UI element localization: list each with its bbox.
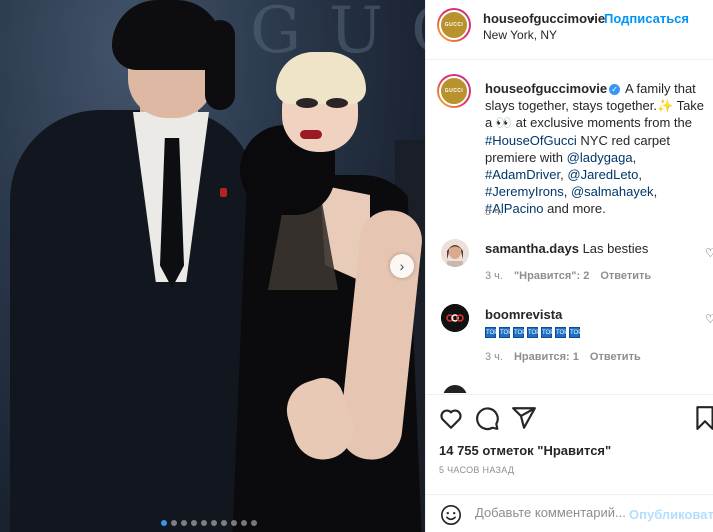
- comment-like-heart-icon[interactable]: ♡: [705, 312, 713, 326]
- top-emoji-icon: TOP: [527, 327, 540, 338]
- comment-body: samantha.days Las besties: [485, 241, 705, 256]
- comment-input[interactable]: [475, 505, 625, 520]
- top-emoji-icon: TOP: [485, 327, 498, 338]
- follow-button[interactable]: Подписаться: [604, 11, 689, 26]
- comment-meta: 3 ч. Нравится: 1 Ответить: [485, 351, 641, 363]
- header-username[interactable]: houseofguccimovie: [483, 11, 605, 26]
- hashtag-house-of-gucci[interactable]: #HouseOfGucci: [485, 133, 577, 148]
- next-comment-avatar: [443, 385, 467, 393]
- caption-username[interactable]: houseofguccimovie: [485, 81, 607, 96]
- header-separator: •: [590, 11, 595, 26]
- verified-badge-icon: ✓: [609, 84, 621, 96]
- post-actions-bar: [426, 394, 713, 438]
- comment-likes[interactable]: Нравится: 1: [514, 351, 579, 363]
- caption-avatar[interactable]: GUCCI: [437, 74, 471, 108]
- post-time-ago[interactable]: 5 ЧАСОВ НАЗАД: [439, 465, 514, 475]
- comment-bubble-icon[interactable]: [474, 405, 500, 431]
- man-suit: [10, 110, 255, 532]
- woman-hair: [276, 52, 366, 104]
- top-emoji-icon: TOP: [499, 327, 512, 338]
- post-photo[interactable]: GUCCI M ›: [0, 0, 425, 532]
- caption-time[interactable]: 5 ч.: [485, 206, 503, 218]
- caption-part: and more.: [547, 201, 606, 217]
- comment-text: Las besties: [582, 241, 649, 256]
- woman-lips: [300, 130, 322, 139]
- eyes-emoji: 👀: [495, 115, 513, 131]
- like-heart-icon[interactable]: [438, 405, 464, 431]
- comment-username[interactable]: boomrevista: [485, 307, 562, 322]
- hashtag-jeremy-irons[interactable]: #JeremyIrons: [485, 184, 564, 199]
- carousel-dot: [211, 520, 217, 526]
- commenter-avatar[interactable]: [441, 304, 469, 332]
- mention-jaredleto[interactable]: @JaredLeto: [567, 167, 638, 182]
- next-slide-button[interactable]: ›: [390, 254, 414, 278]
- top-emoji-icon: TOP: [569, 327, 582, 338]
- add-comment-bar: Опубликовать: [426, 494, 713, 532]
- carousel-dot: [231, 520, 237, 526]
- carousel-indicator: [161, 520, 257, 526]
- carousel-dot: [171, 520, 177, 526]
- post-side-panel: GUCCI houseofguccimovie • Подписаться Ne…: [425, 0, 713, 532]
- comment-username[interactable]: samantha.days: [485, 241, 579, 256]
- post-header: GUCCI houseofguccimovie • Подписаться Ne…: [426, 0, 713, 60]
- woman-eye-right: [326, 98, 348, 108]
- avatar-logo: GUCCI: [439, 10, 469, 40]
- comment-meta: 3 ч. "Нравится": 2 Ответить: [485, 270, 651, 282]
- reply-button[interactable]: Ответить: [590, 351, 641, 363]
- person-photo-icon: [441, 239, 469, 267]
- publish-comment-button[interactable]: Опубликовать: [629, 507, 713, 522]
- chevron-right-icon: ›: [399, 258, 405, 274]
- sparkle-emoji: ✨: [657, 98, 674, 114]
- top-emoji-icon: TOP: [541, 327, 554, 338]
- post-location[interactable]: New York, NY: [483, 28, 557, 42]
- comment-time[interactable]: 3 ч.: [485, 270, 503, 282]
- reply-button[interactable]: Ответить: [600, 270, 651, 282]
- top-emoji-row: TOP TOP TOP TOP TOP TOP TOP: [485, 327, 705, 338]
- carousel-dot: [201, 520, 207, 526]
- caption-text: houseofguccimovie ✓ A family that slays t…: [485, 81, 705, 217]
- carousel-dot: [181, 520, 187, 526]
- carousel-dot: [251, 520, 257, 526]
- carousel-dot: [191, 520, 197, 526]
- carousel-dot: [241, 520, 247, 526]
- comment-likes[interactable]: "Нравится": 2: [514, 270, 589, 282]
- commenter-avatar[interactable]: [441, 239, 469, 267]
- likes-count[interactable]: 14 755 отметок "Нравится": [439, 443, 611, 458]
- lapel-pin: [220, 188, 227, 197]
- man-hair-side: [205, 20, 235, 110]
- avatar-logo: GUCCI: [439, 76, 469, 106]
- caption-part: at exclusive moments from the: [515, 115, 692, 131]
- comment-like-heart-icon[interactable]: ♡: [705, 246, 713, 260]
- comment-body: boomrevista TOP TOP TOP TOP TOP TOP TOP: [485, 307, 705, 338]
- boom-logo-icon: [441, 304, 469, 332]
- hashtag-adam-driver[interactable]: #AdamDriver: [485, 167, 560, 182]
- profile-avatar[interactable]: GUCCI: [437, 8, 471, 42]
- carousel-dot: [161, 520, 167, 526]
- carousel-dot: [221, 520, 227, 526]
- mention-salmahayek[interactable]: @salmahayek: [571, 184, 654, 199]
- comment-time[interactable]: 3 ч.: [485, 351, 503, 363]
- top-emoji-icon: TOP: [513, 327, 526, 338]
- top-emoji-icon: TOP: [555, 327, 568, 338]
- mention-ladygaga[interactable]: @ladygaga: [567, 150, 633, 165]
- emoji-smiley-icon[interactable]: [440, 504, 462, 526]
- woman-eye-left: [296, 98, 318, 108]
- share-direct-icon[interactable]: [511, 405, 537, 431]
- save-bookmark-icon[interactable]: [692, 405, 713, 431]
